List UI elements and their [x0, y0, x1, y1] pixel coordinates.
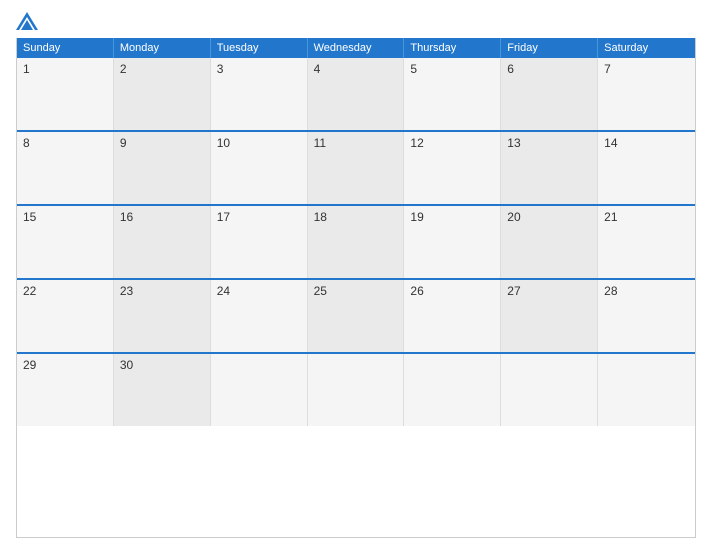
day-cell: 5 — [404, 58, 501, 130]
day-cell: 14 — [598, 132, 695, 204]
day-header-tuesday: Tuesday — [211, 38, 308, 58]
day-cell: 20 — [501, 206, 598, 278]
day-number: 16 — [120, 210, 133, 224]
day-cell: 12 — [404, 132, 501, 204]
day-headers-row: SundayMondayTuesdayWednesdayThursdayFrid… — [17, 38, 695, 58]
day-number: 30 — [120, 358, 133, 372]
weeks-container: 1234567891011121314151617181920212223242… — [17, 58, 695, 426]
day-number: 20 — [507, 210, 520, 224]
day-number: 23 — [120, 284, 133, 298]
day-header-friday: Friday — [501, 38, 598, 58]
day-number: 3 — [217, 62, 224, 76]
day-cell — [598, 354, 695, 426]
day-number: 25 — [314, 284, 327, 298]
day-cell: 4 — [308, 58, 405, 130]
day-cell: 11 — [308, 132, 405, 204]
day-number: 5 — [410, 62, 417, 76]
day-cell: 16 — [114, 206, 211, 278]
day-number: 4 — [314, 62, 321, 76]
day-cell: 28 — [598, 280, 695, 352]
day-cell: 7 — [598, 58, 695, 130]
day-cell: 26 — [404, 280, 501, 352]
day-header-sunday: Sunday — [17, 38, 114, 58]
day-number: 1 — [23, 62, 30, 76]
day-number: 9 — [120, 136, 127, 150]
calendar-grid: SundayMondayTuesdayWednesdayThursdayFrid… — [16, 38, 696, 538]
day-cell: 18 — [308, 206, 405, 278]
week-row-3: 15 16 17 18 19 20 21 — [17, 206, 695, 280]
calendar-page: SundayMondayTuesdayWednesdayThursdayFrid… — [0, 0, 712, 550]
day-cell: 13 — [501, 132, 598, 204]
day-cell: 22 — [17, 280, 114, 352]
day-number: 11 — [314, 136, 326, 150]
day-number: 21 — [604, 210, 617, 224]
day-cell: 3 — [211, 58, 308, 130]
day-cell: 21 — [598, 206, 695, 278]
day-header-saturday: Saturday — [598, 38, 695, 58]
day-number: 7 — [604, 62, 611, 76]
day-cell: 2 — [114, 58, 211, 130]
header — [16, 12, 696, 30]
day-header-monday: Monday — [114, 38, 211, 58]
day-cell: 8 — [17, 132, 114, 204]
week-row-2: 8 9 10 11 12 13 14 — [17, 132, 695, 206]
day-cell — [501, 354, 598, 426]
day-number: 14 — [604, 136, 617, 150]
day-cell: 23 — [114, 280, 211, 352]
day-number: 17 — [217, 210, 230, 224]
day-cell: 6 — [501, 58, 598, 130]
day-number: 18 — [314, 210, 327, 224]
day-cell — [404, 354, 501, 426]
day-number: 8 — [23, 136, 30, 150]
week-row-4: 22 23 24 25 26 27 28 — [17, 280, 695, 354]
day-cell: 25 — [308, 280, 405, 352]
day-number: 19 — [410, 210, 423, 224]
day-number: 27 — [507, 284, 520, 298]
day-cell: 1 — [17, 58, 114, 130]
day-number: 29 — [23, 358, 36, 372]
week-row-5: 29 30 — [17, 354, 695, 426]
day-number: 10 — [217, 136, 230, 150]
day-number: 12 — [410, 136, 423, 150]
day-number: 22 — [23, 284, 36, 298]
day-number: 2 — [120, 62, 127, 76]
day-number: 28 — [604, 284, 617, 298]
day-number: 15 — [23, 210, 36, 224]
day-number: 24 — [217, 284, 230, 298]
day-cell — [211, 354, 308, 426]
day-header-wednesday: Wednesday — [308, 38, 405, 58]
day-cell: 15 — [17, 206, 114, 278]
logo — [16, 12, 38, 30]
day-cell: 9 — [114, 132, 211, 204]
day-number: 6 — [507, 62, 514, 76]
day-cell: 27 — [501, 280, 598, 352]
day-cell: 30 — [114, 354, 211, 426]
day-number: 26 — [410, 284, 423, 298]
day-cell — [308, 354, 405, 426]
week-row-1: 1 2 3 4 5 6 7 — [17, 58, 695, 132]
day-header-thursday: Thursday — [404, 38, 501, 58]
day-cell: 24 — [211, 280, 308, 352]
day-cell: 29 — [17, 354, 114, 426]
day-cell: 19 — [404, 206, 501, 278]
day-number: 13 — [507, 136, 520, 150]
day-cell: 17 — [211, 206, 308, 278]
day-cell: 10 — [211, 132, 308, 204]
logo-icon — [16, 12, 38, 30]
